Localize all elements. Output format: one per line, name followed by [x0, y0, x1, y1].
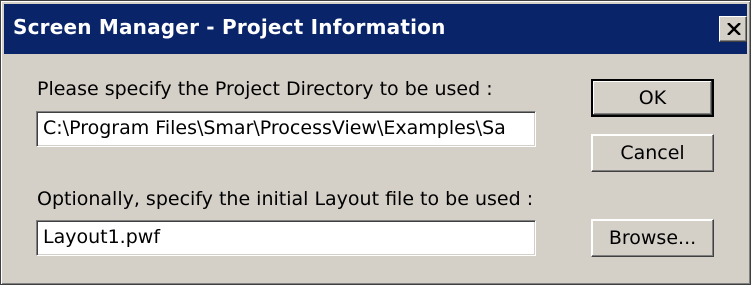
- browse-button[interactable]: Browse...: [591, 219, 714, 257]
- project-directory-label: Please specify the Project Directory to …: [37, 78, 493, 100]
- cancel-button[interactable]: Cancel: [591, 134, 714, 172]
- ok-button-label: OK: [638, 87, 667, 109]
- close-button[interactable]: [719, 16, 747, 42]
- layout-file-label: Optionally, specify the initial Layout f…: [37, 188, 534, 210]
- layout-file-input[interactable]: Layout1.pwf: [36, 220, 536, 256]
- title-bar[interactable]: Screen Manager - Project Information: [4, 4, 747, 54]
- project-information-dialog: Screen Manager - Project Information Ple…: [0, 0, 751, 285]
- close-icon: [727, 23, 741, 35]
- cancel-button-label: Cancel: [620, 142, 685, 164]
- ok-button[interactable]: OK: [591, 79, 714, 117]
- browse-button-label: Browse...: [608, 227, 697, 249]
- project-directory-input[interactable]: C:\Program Files\Smar\ProcessView\Exampl…: [36, 111, 536, 147]
- window-title: Screen Manager - Project Information: [13, 15, 446, 39]
